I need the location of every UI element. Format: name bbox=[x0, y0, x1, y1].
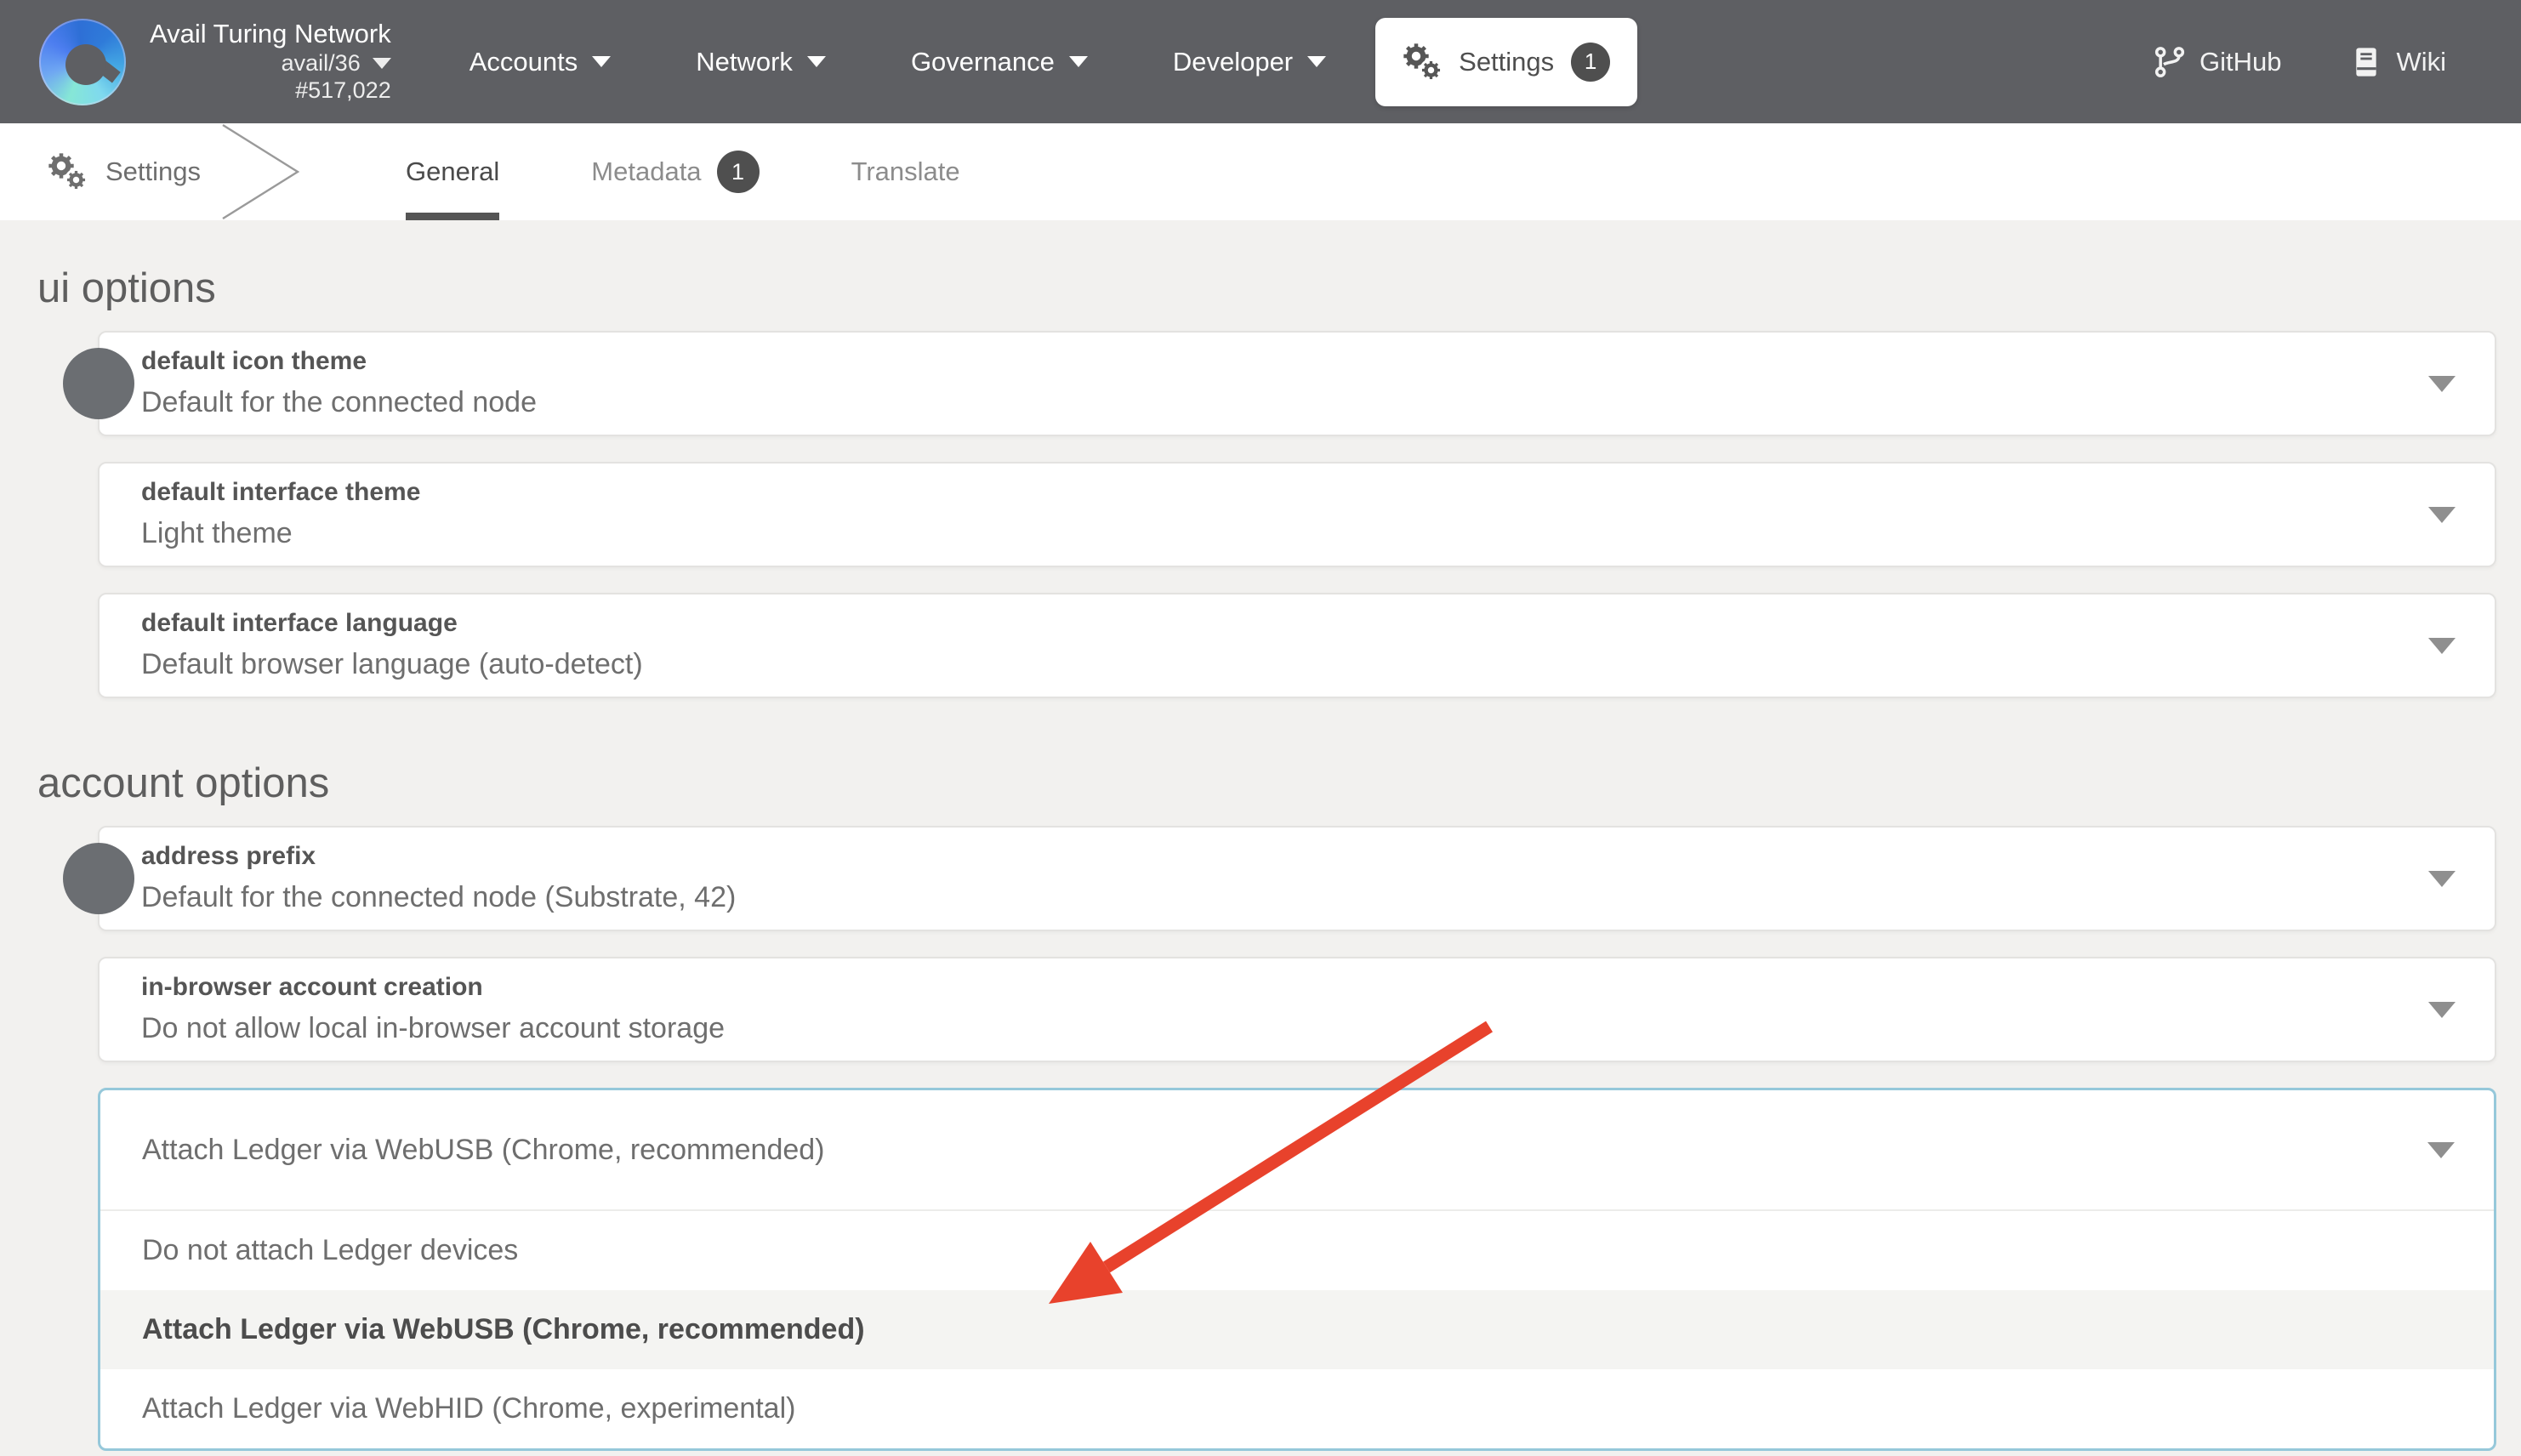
select-value: Default for the connected node bbox=[141, 385, 2376, 419]
nav-item-label: Accounts bbox=[469, 47, 578, 77]
block-number: #517,022 bbox=[295, 77, 391, 105]
option-label: Do not attach Ledger devices bbox=[142, 1234, 518, 1267]
settings-tab-bar: Settings General Metadata 1 Translate bbox=[0, 123, 2521, 220]
dropdown-caret-icon bbox=[2427, 1142, 2455, 1158]
chevron-down-icon bbox=[807, 56, 826, 67]
tab-label: General bbox=[406, 156, 499, 187]
select-label: address prefix bbox=[141, 841, 2376, 872]
select-label: default icon theme bbox=[141, 346, 2376, 377]
breadcrumb-label: Settings bbox=[105, 156, 201, 187]
dropdown-caret-icon bbox=[2428, 638, 2456, 654]
git-branch-icon bbox=[2153, 45, 2187, 79]
option-label: Attach Ledger via WebHID (Chrome, experi… bbox=[142, 1392, 795, 1425]
settings-gears-icon bbox=[1403, 43, 1442, 82]
settings-button[interactable]: Settings 1 bbox=[1375, 18, 1637, 106]
tab-translate[interactable]: Translate bbox=[851, 123, 960, 220]
tab-label: Translate bbox=[851, 156, 960, 187]
select-value: Do not allow local in-browser account st… bbox=[141, 1011, 2376, 1045]
network-spec: avail/36 bbox=[282, 50, 361, 77]
select-value: Default for the connected node (Substrat… bbox=[141, 880, 2376, 914]
github-link[interactable]: GitHub bbox=[2153, 45, 2281, 79]
tab-general[interactable]: General bbox=[406, 123, 499, 220]
wiki-link-label: Wiki bbox=[2396, 47, 2446, 77]
settings-badge: 1 bbox=[1571, 43, 1610, 82]
ledger-dropdown-selected-value[interactable]: Attach Ledger via WebUSB (Chrome, recomm… bbox=[100, 1090, 2494, 1211]
select-value: Light theme bbox=[141, 516, 2376, 550]
select-in-browser-account-creation[interactable]: in-browser account creation Do not allow… bbox=[98, 957, 2496, 1062]
nav-item-label: Developer bbox=[1173, 47, 1293, 77]
tab-metadata[interactable]: Metadata 1 bbox=[591, 123, 759, 220]
book-icon bbox=[2349, 45, 2383, 79]
section-heading-account-options: account options bbox=[37, 759, 2521, 807]
nav-item-network[interactable]: Network bbox=[696, 47, 826, 77]
chevron-down-icon bbox=[1307, 56, 1326, 67]
breadcrumb-gear-icon bbox=[48, 152, 87, 191]
ledger-option-webusb[interactable]: Attach Ledger via WebUSB (Chrome, recomm… bbox=[100, 1290, 2494, 1369]
ledger-attach-dropdown-open: Attach Ledger via WebUSB (Chrome, recomm… bbox=[98, 1088, 2496, 1451]
select-address-prefix[interactable]: address prefix Default for the connected… bbox=[98, 826, 2496, 931]
identicon-avatar bbox=[63, 843, 134, 914]
chevron-down-icon bbox=[373, 58, 391, 69]
settings-tabs: General Metadata 1 Translate bbox=[406, 123, 960, 220]
select-default-interface-theme[interactable]: default interface theme Light theme bbox=[98, 462, 2496, 567]
select-label: default interface theme bbox=[141, 477, 2376, 508]
chevron-down-icon bbox=[592, 56, 611, 67]
nav-item-accounts[interactable]: Accounts bbox=[469, 47, 612, 77]
select-default-icon-theme[interactable]: default icon theme Default for the conne… bbox=[98, 331, 2496, 436]
settings-general-content: ui options default icon theme Default fo… bbox=[0, 220, 2521, 1456]
dropdown-caret-icon bbox=[2428, 507, 2456, 523]
tab-label: Metadata bbox=[591, 156, 701, 187]
avail-network-logo[interactable] bbox=[39, 19, 126, 105]
select-label: default interface language bbox=[141, 608, 2376, 639]
dropdown-caret-icon bbox=[2428, 871, 2456, 887]
selected-value-text: Attach Ledger via WebUSB (Chrome, recomm… bbox=[142, 1134, 825, 1167]
chevron-down-icon bbox=[1069, 56, 1088, 67]
select-label: in-browser account creation bbox=[141, 972, 2376, 1003]
top-nav-bar: Avail Turing Network avail/36 #517,022 A… bbox=[0, 0, 2521, 123]
main-nav: Accounts Network Governance Developer bbox=[469, 47, 1326, 77]
active-tab-underline bbox=[406, 213, 499, 220]
wiki-link[interactable]: Wiki bbox=[2349, 45, 2446, 79]
network-selector[interactable]: Avail Turing Network avail/36 #517,022 bbox=[150, 19, 391, 104]
ledger-option-webhid[interactable]: Attach Ledger via WebHID (Chrome, experi… bbox=[100, 1369, 2494, 1448]
option-label: Attach Ledger via WebUSB (Chrome, recomm… bbox=[142, 1313, 865, 1346]
nav-item-developer[interactable]: Developer bbox=[1173, 47, 1326, 77]
nav-item-label: Network bbox=[696, 47, 793, 77]
ledger-option-do-not-attach[interactable]: Do not attach Ledger devices bbox=[100, 1211, 2494, 1290]
nav-item-governance[interactable]: Governance bbox=[911, 47, 1088, 77]
dropdown-caret-icon bbox=[2428, 376, 2456, 392]
network-name: Avail Turing Network bbox=[150, 19, 391, 50]
dropdown-caret-icon bbox=[2428, 1002, 2456, 1018]
select-default-interface-language[interactable]: default interface language Default brows… bbox=[98, 593, 2496, 698]
breadcrumb-settings: Settings bbox=[48, 123, 201, 220]
settings-button-label: Settings bbox=[1459, 47, 1554, 77]
github-link-label: GitHub bbox=[2199, 47, 2281, 77]
identicon-avatar bbox=[63, 348, 134, 419]
metadata-badge: 1 bbox=[717, 151, 760, 193]
select-value: Default browser language (auto-detect) bbox=[141, 647, 2376, 681]
nav-item-label: Governance bbox=[911, 47, 1055, 77]
breadcrumb-chevron-divider bbox=[214, 123, 303, 220]
section-heading-ui-options: ui options bbox=[37, 264, 2521, 312]
